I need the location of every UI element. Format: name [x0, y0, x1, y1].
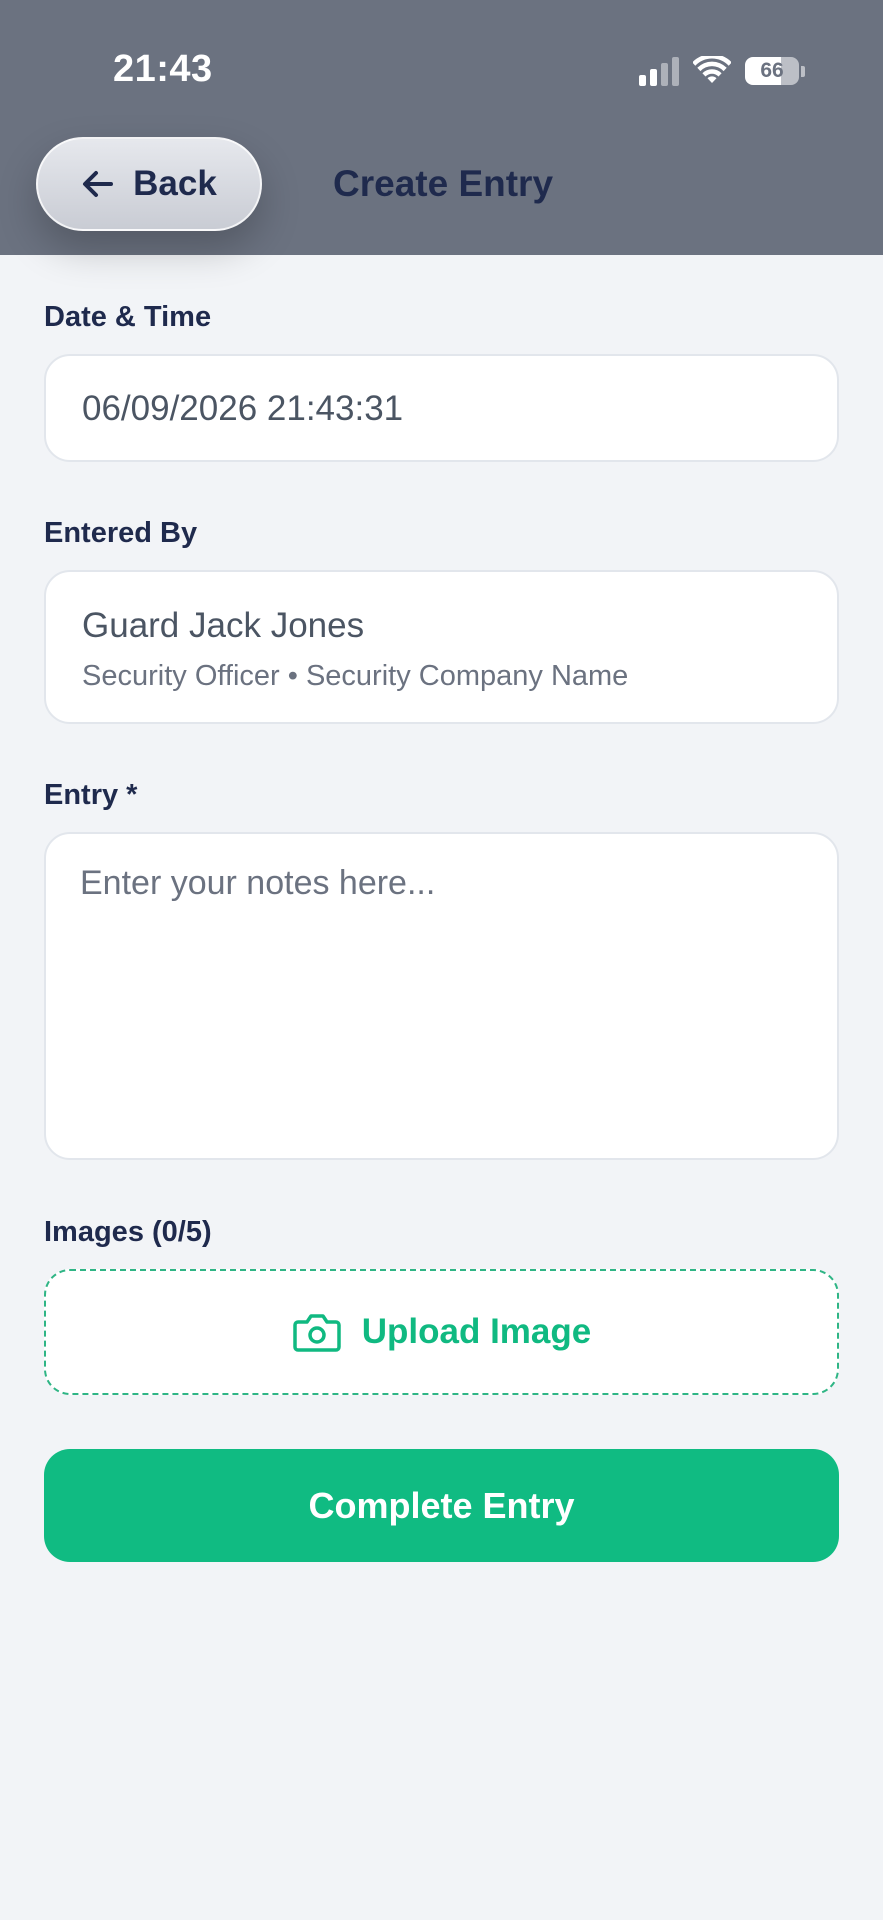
arrow-left-icon [83, 171, 114, 197]
datetime-field: 06/09/2026 21:43:31 [44, 354, 839, 462]
datetime-value: 06/09/2026 21:43:31 [82, 389, 404, 428]
battery-level: 66 [760, 59, 784, 82]
battery-icon: 66 [745, 57, 799, 85]
upload-image-label: Upload Image [361, 1312, 592, 1351]
images-label: Images (0/5) [44, 1216, 212, 1248]
back-button[interactable]: Back [36, 137, 262, 231]
header-bar: 21:43 66 Back Create Entry [0, 0, 883, 255]
datetime-label: Date & Time [44, 301, 212, 333]
entered-by-label: Entered By [44, 517, 198, 549]
entered-by-name: Guard Jack Jones [82, 606, 365, 645]
wifi-icon [693, 56, 731, 83]
status-icons: 66 [639, 54, 805, 88]
create-entry-screen: 21:43 66 Back Create Entry Date & Time 0… [0, 0, 883, 1920]
entered-by-field: Guard Jack Jones Security Officer • Secu… [44, 570, 839, 724]
upload-image-button[interactable]: Upload Image [44, 1269, 839, 1395]
back-button-label: Back [133, 164, 217, 203]
cellular-signal-icon [639, 56, 679, 86]
battery-nub [801, 65, 805, 77]
entered-by-role: Security Officer • Security Company Name [82, 660, 629, 692]
entry-label: Entry * [44, 779, 138, 811]
complete-entry-label: Complete Entry [308, 1484, 575, 1526]
status-time: 21:43 [113, 48, 213, 90]
entry-textarea[interactable] [80, 864, 800, 1124]
complete-entry-button[interactable]: Complete Entry [44, 1449, 839, 1562]
camera-icon [293, 1314, 341, 1352]
entry-field-container [44, 832, 839, 1160]
page-title: Create Entry [333, 163, 554, 204]
